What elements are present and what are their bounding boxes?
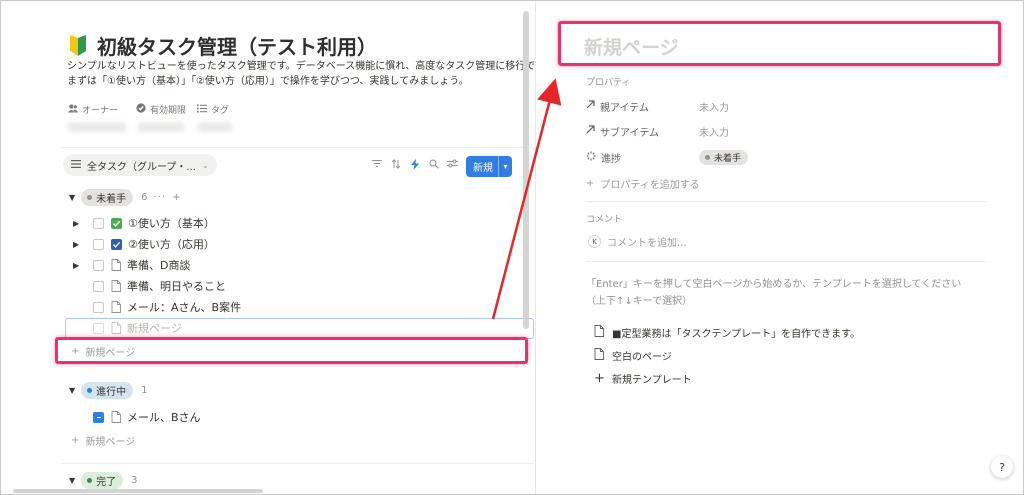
annotation-arrow [491, 78, 562, 320]
